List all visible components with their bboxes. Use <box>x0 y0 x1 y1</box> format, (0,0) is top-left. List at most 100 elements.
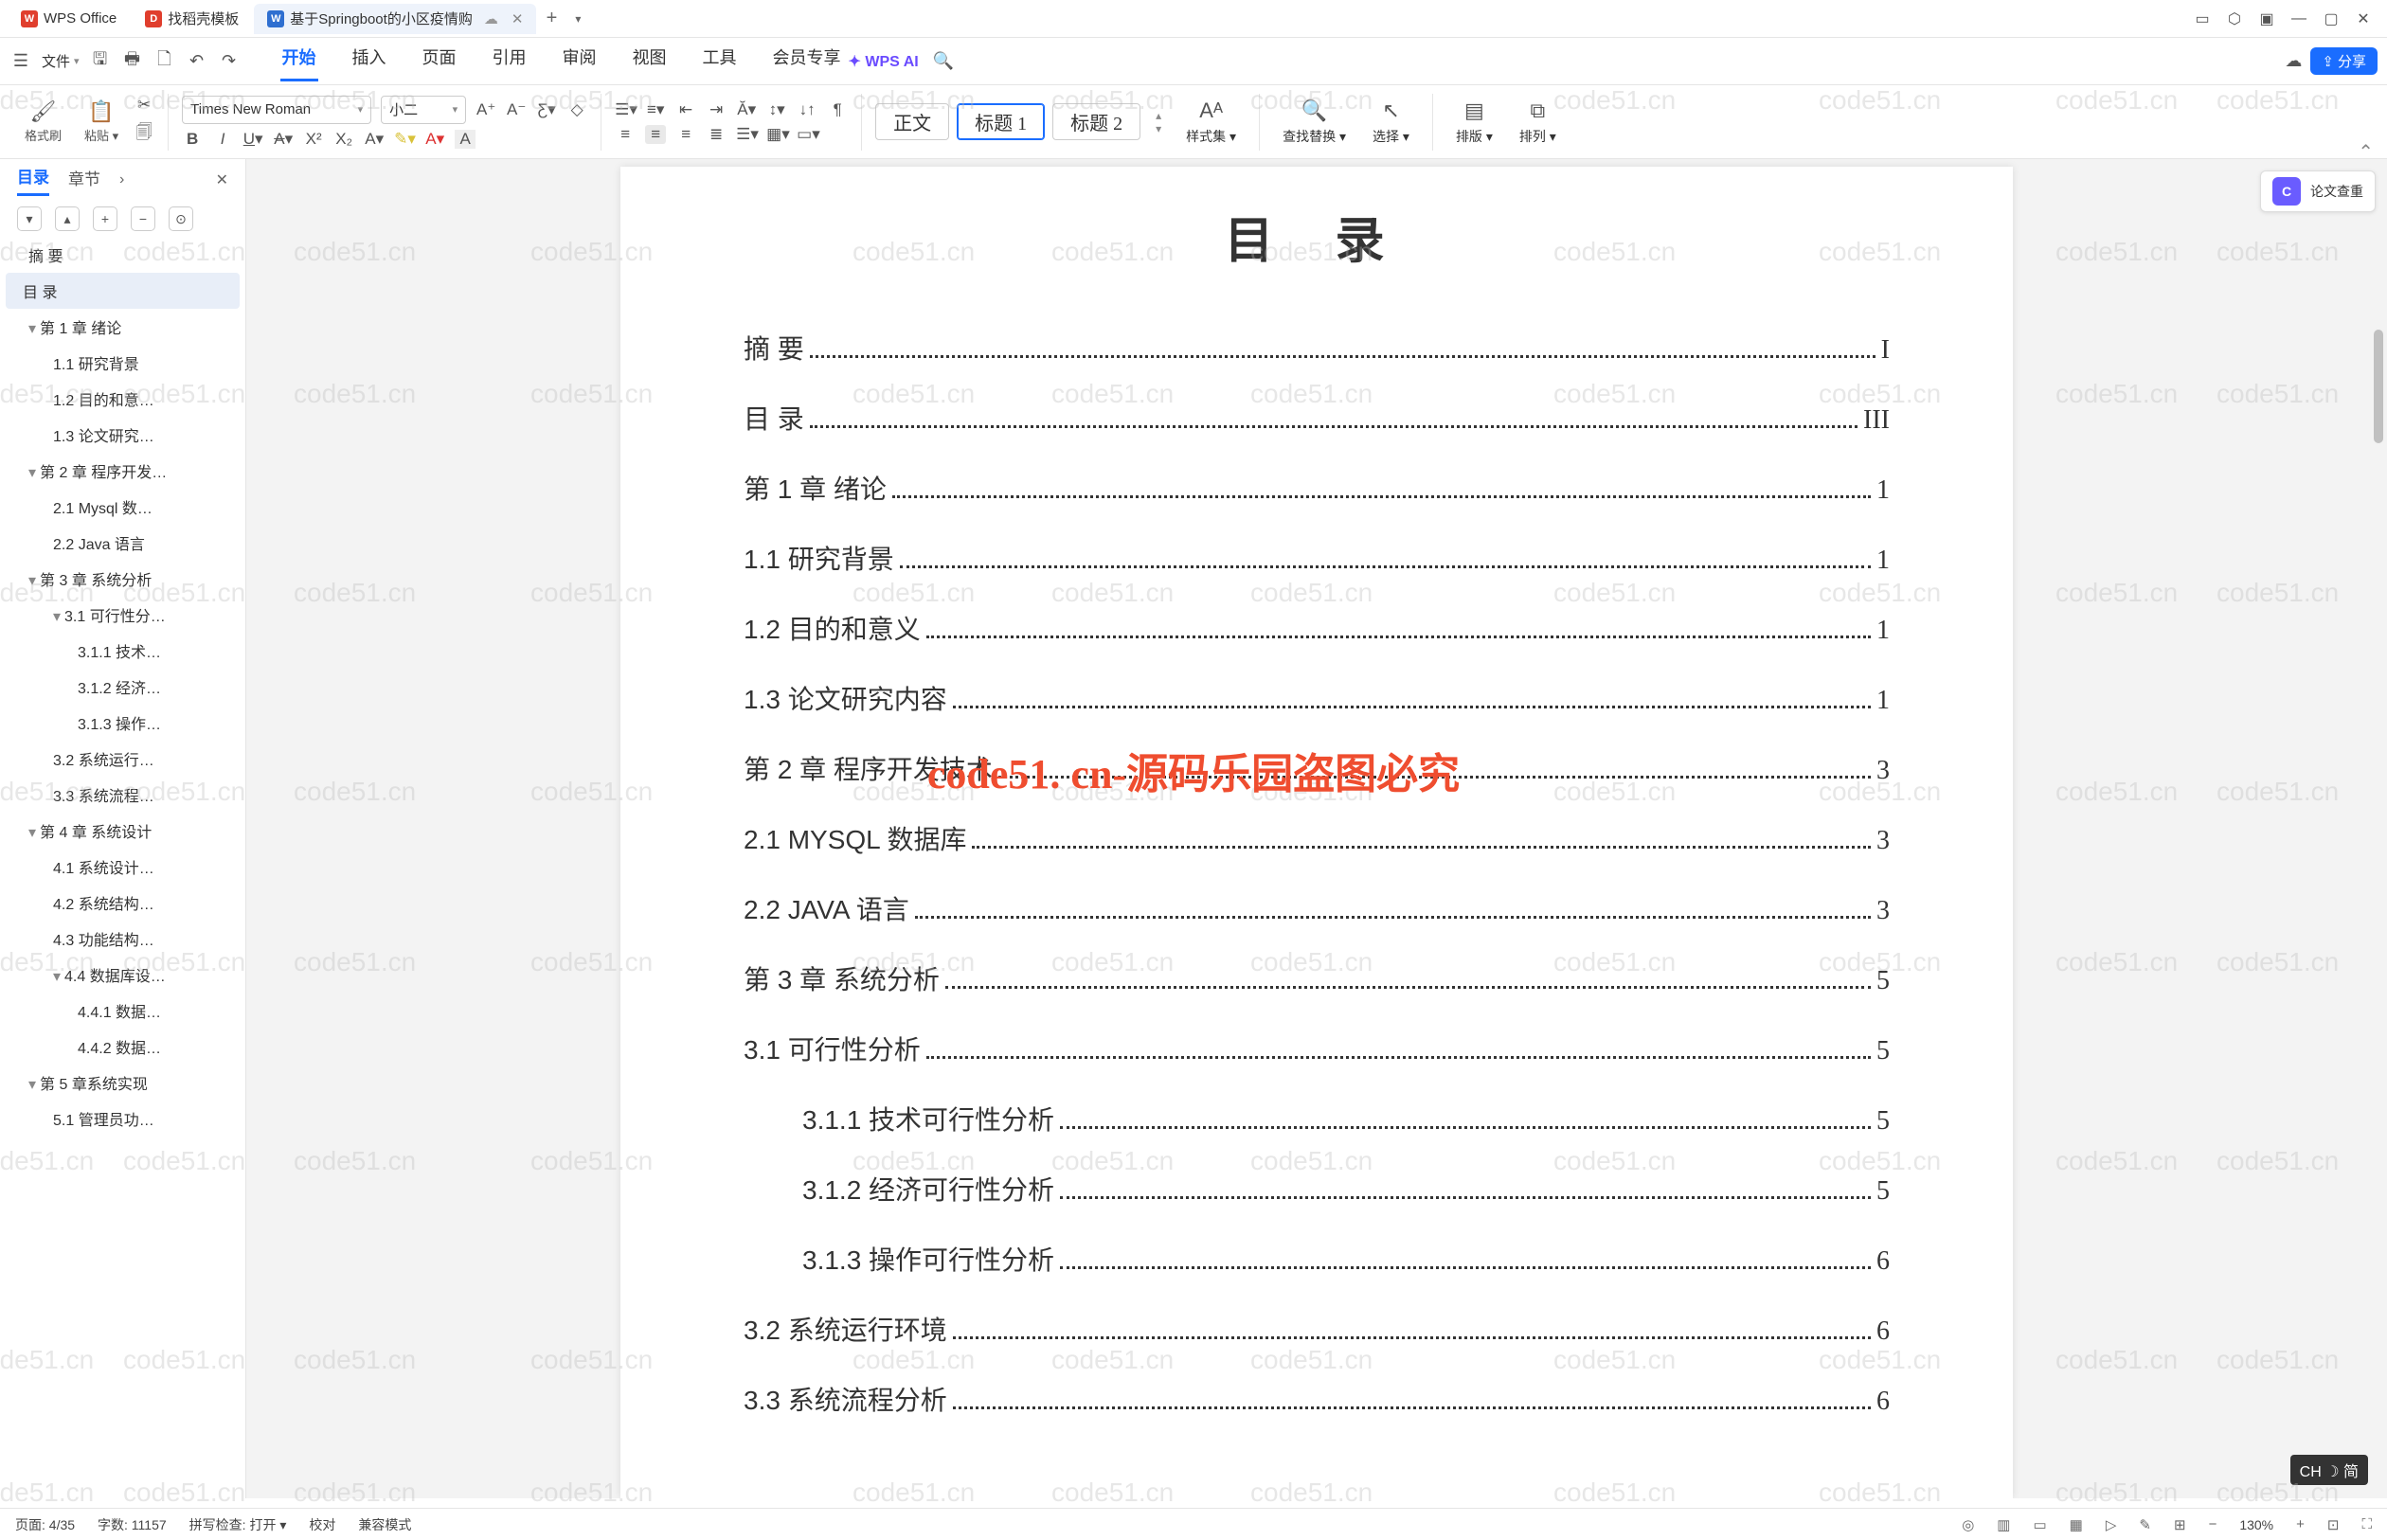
tab-docer-templates[interactable]: D 找稻壳模板 <box>132 4 252 34</box>
char-shading-icon[interactable]: A <box>455 130 476 149</box>
status-wordcount[interactable]: 字数: 11157 <box>98 1515 167 1534</box>
decrease-indent-icon[interactable]: ⇤ <box>675 100 696 119</box>
toc-item[interactable]: 目 录 <box>6 273 240 309</box>
font-size-select[interactable]: 小二 ▾ <box>381 96 466 124</box>
fullscreen-icon[interactable]: ⛶ <box>2361 1516 2372 1532</box>
cloud-sync-icon[interactable]: ☁ <box>2282 51 2305 71</box>
strikethrough-icon[interactable]: A▾ <box>273 130 294 149</box>
menu-hamburger-icon[interactable]: ☰ <box>9 51 32 71</box>
menu-插入[interactable]: 插入 <box>350 41 388 81</box>
style-heading1[interactable]: 标题 1 <box>957 103 1045 140</box>
view-read-icon[interactable]: ▭ <box>2033 1516 2046 1533</box>
share-button[interactable]: ⇪ 分享 <box>2310 47 2378 75</box>
style-gallery-more-icon[interactable]: ▴▾ <box>1148 109 1169 135</box>
menu-审阅[interactable]: 审阅 <box>561 41 599 81</box>
copy-icon[interactable]: 🗐 <box>134 120 154 148</box>
window-close-icon[interactable]: ✕ <box>2347 9 2379 28</box>
outline-remove-button[interactable]: − <box>131 206 155 231</box>
view-play-icon[interactable]: ▷ <box>2106 1516 2117 1533</box>
tab-wps-home[interactable]: W WPS Office <box>8 4 130 34</box>
outline-close-icon[interactable]: ✕ <box>216 170 228 189</box>
toc-item[interactable]: 3.2 系统运行… <box>0 741 245 777</box>
view-web-icon[interactable]: ▦ <box>2070 1516 2083 1533</box>
tab-close-icon[interactable]: ✕ <box>512 10 524 27</box>
select-button[interactable]: ↖选择 ▾ <box>1363 98 1419 146</box>
zoom-out-icon[interactable]: − <box>2209 1516 2217 1532</box>
find-replace-button[interactable]: 🔍查找替换 ▾ <box>1273 98 1355 146</box>
zoom-in-icon[interactable]: + <box>2296 1516 2305 1532</box>
toc-item[interactable]: 2.1 Mysql 数… <box>0 489 245 525</box>
text-direction-icon[interactable]: Ă▾ <box>736 100 757 119</box>
status-page[interactable]: 页面: 4/35 <box>15 1515 75 1534</box>
document-canvas[interactable]: 目 录 摘 要I目 录III第 1 章 绪论11.1 研究背景11.2 目的和意… <box>246 159 2387 1498</box>
redo-icon[interactable]: ↷ <box>218 51 241 71</box>
paper-check-button[interactable]: C 论文查重 <box>2260 170 2376 212</box>
text-effects-icon[interactable]: A▾ <box>364 130 385 149</box>
outline-add-button[interactable]: + <box>93 206 117 231</box>
paste-button[interactable]: 📋粘贴 ▾ <box>77 99 126 144</box>
align-right-icon[interactable]: ≡ <box>675 125 696 144</box>
view-comment-icon[interactable]: ✎ <box>2139 1516 2151 1533</box>
toc-item[interactable]: ▾第 2 章 程序开发… <box>0 453 245 489</box>
print-icon[interactable]: 🖶 <box>121 47 144 76</box>
tab-toc[interactable]: 目录 <box>17 164 49 196</box>
borders-icon[interactable]: ▦▾ <box>766 125 787 144</box>
shading-icon[interactable]: ▭▾ <box>797 125 817 144</box>
toc-item[interactable]: ▾第 5 章系统实现 <box>0 1065 245 1101</box>
clear-format-icon[interactable]: ◇ <box>566 100 587 119</box>
tab-dropdown-icon[interactable]: ▾ <box>565 12 591 26</box>
new-tab-button[interactable]: + <box>538 8 565 29</box>
superscript-icon[interactable]: X² <box>303 130 324 149</box>
toc-item[interactable]: 4.1 系统设计… <box>0 849 245 885</box>
toc-item[interactable]: 3.1.2 经济… <box>0 669 245 705</box>
justify-icon[interactable]: ≣ <box>706 125 727 144</box>
toc-item[interactable]: 1.2 目的和意… <box>0 381 245 417</box>
align-left-icon[interactable]: ≡ <box>615 125 636 144</box>
toc-item[interactable]: ▾第 4 章 系统设计 <box>0 813 245 849</box>
status-compat[interactable]: 兼容模式 <box>358 1515 411 1534</box>
status-proof[interactable]: 校对 <box>309 1515 335 1534</box>
toc-item[interactable]: 5.1 管理员功… <box>0 1101 245 1137</box>
zoom-fit-icon[interactable]: ⊡ <box>2327 1516 2340 1533</box>
view-outline-icon[interactable]: ⊞ <box>2174 1516 2186 1533</box>
window-avatar-icon[interactable]: ▣ <box>2251 9 2283 28</box>
window-layout-icon[interactable]: ▭ <box>2186 9 2218 28</box>
save-icon[interactable]: 🖫 <box>89 47 112 76</box>
distributed-icon[interactable]: ☰▾ <box>736 125 757 144</box>
toc-item[interactable]: 4.4.1 数据… <box>0 993 245 1029</box>
collapse-ribbon-icon[interactable]: ⌃ <box>2358 140 2374 164</box>
cut-icon[interactable]: ✂ <box>134 96 154 115</box>
toc-item[interactable]: ▾第 3 章 系统分析 <box>0 561 245 597</box>
numbering-icon[interactable]: ≡▾ <box>645 100 666 119</box>
increase-indent-icon[interactable]: ⇥ <box>706 100 727 119</box>
outline-down-button[interactable]: ▾ <box>17 206 42 231</box>
toc-item[interactable]: 1.1 研究背景 <box>0 345 245 381</box>
underline-icon[interactable]: U▾ <box>242 130 263 149</box>
toc-item[interactable]: ▾4.4 数据库设… <box>0 957 245 993</box>
shrink-font-icon[interactable]: A⁻ <box>506 100 527 119</box>
menu-视图[interactable]: 视图 <box>631 41 669 81</box>
ime-indicator[interactable]: CH ☽ 简 <box>2290 1455 2368 1485</box>
style-normal[interactable]: 正文 <box>875 103 949 140</box>
font-name-select[interactable]: Times New Roman ▾ <box>182 96 371 124</box>
font-color-icon[interactable]: A▾ <box>424 130 445 149</box>
grow-font-icon[interactable]: A⁺ <box>476 100 496 119</box>
search-icon[interactable]: 🔍 <box>932 51 955 71</box>
toc-item[interactable]: 3.3 系统流程… <box>0 777 245 813</box>
menu-引用[interactable]: 引用 <box>491 41 529 81</box>
align-center-icon[interactable]: ≡ <box>645 125 666 144</box>
file-menu[interactable]: 文件▾ <box>42 51 80 71</box>
outline-next-icon[interactable]: › <box>119 171 124 188</box>
bold-icon[interactable]: B <box>182 130 203 149</box>
change-case-icon[interactable]: Ƹ▾ <box>536 100 557 119</box>
subscript-icon[interactable]: X₂ <box>333 130 354 149</box>
view-page-icon[interactable]: ▥ <box>1997 1516 2010 1533</box>
toc-item[interactable]: 4.4.2 数据… <box>0 1029 245 1065</box>
print-preview-icon[interactable]: 🗋 <box>153 47 176 76</box>
undo-icon[interactable]: ↶ <box>186 51 208 71</box>
toc-item[interactable]: 4.2 系统结构… <box>0 885 245 921</box>
status-spellcheck[interactable]: 拼写检查: 打开 ▾ <box>189 1515 287 1534</box>
wps-ai-button[interactable]: ✦ WPS AI <box>849 52 919 71</box>
window-apps-icon[interactable]: ⬡ <box>2218 9 2251 28</box>
scrollbar-thumb[interactable] <box>2374 330 2383 443</box>
